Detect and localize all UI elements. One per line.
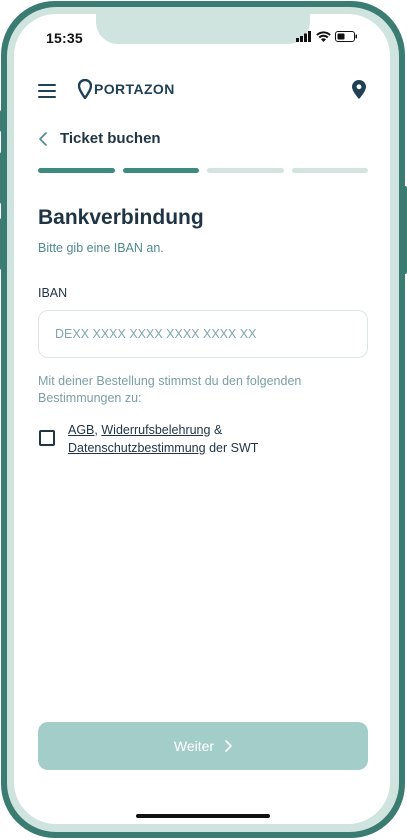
side-button-volume-down (0, 218, 4, 270)
terms-intro-text: Mit deiner Bestellung stimmst du den fol… (38, 374, 302, 405)
progress-step-4 (291, 168, 368, 173)
app-screen: 15:35 PORTAZON Ticket buchen Bankverbind… (14, 14, 390, 824)
chevron-right-icon (225, 740, 232, 752)
status-time: 15:35 (46, 30, 83, 46)
terms-suffix: der SWT (209, 441, 259, 455)
camera-notch (96, 14, 310, 44)
agb-link[interactable]: AGB (68, 423, 94, 437)
status-icons (296, 31, 358, 42)
continue-button-label: Weiter (173, 738, 215, 754)
brand-name: PORTAZON (94, 81, 175, 97)
side-button-volume-up (0, 152, 4, 204)
back-navigation[interactable]: Ticket buchen (38, 130, 161, 147)
terms-ampersand: & (213, 423, 223, 437)
terms-checkbox[interactable] (39, 430, 55, 446)
progress-step-1 (38, 168, 115, 173)
section-subtitle: Bitte gib eine IBAN an. (38, 241, 164, 255)
section-heading: Bankverbindung (38, 206, 204, 229)
iban-input[interactable] (38, 310, 368, 358)
iban-label: IBAN (38, 286, 68, 300)
wifi-icon (316, 31, 331, 42)
progress-step-3 (207, 168, 284, 173)
map-pin-icon (78, 79, 92, 99)
map-pin-icon (352, 80, 366, 99)
datenschutz-link[interactable]: Datenschutzbestimmung (68, 441, 206, 455)
terms-comma: , (94, 423, 98, 437)
chevron-left-icon[interactable] (38, 131, 48, 146)
widerrufsbelehrung-link[interactable]: Widerrufsbelehrung (101, 423, 210, 437)
battery-icon (335, 31, 357, 42)
cellular-signal-icon (296, 31, 311, 42)
progress-step-2 (122, 168, 199, 173)
step-progress (38, 168, 368, 174)
location-button[interactable] (352, 80, 366, 104)
page-title: Ticket buchen (60, 130, 161, 147)
app-header: PORTAZON (14, 72, 390, 112)
terms-consent-text: AGB, Widerrufsbelehrung & Datenschutzbes… (68, 421, 368, 457)
hamburger-menu-icon[interactable] (38, 84, 56, 98)
home-indicator[interactable] (136, 814, 270, 818)
continue-button[interactable]: Weiter (38, 722, 368, 770)
side-button-mute (0, 110, 4, 132)
side-button-power (403, 186, 407, 274)
brand-logo[interactable]: PORTAZON (78, 79, 175, 99)
